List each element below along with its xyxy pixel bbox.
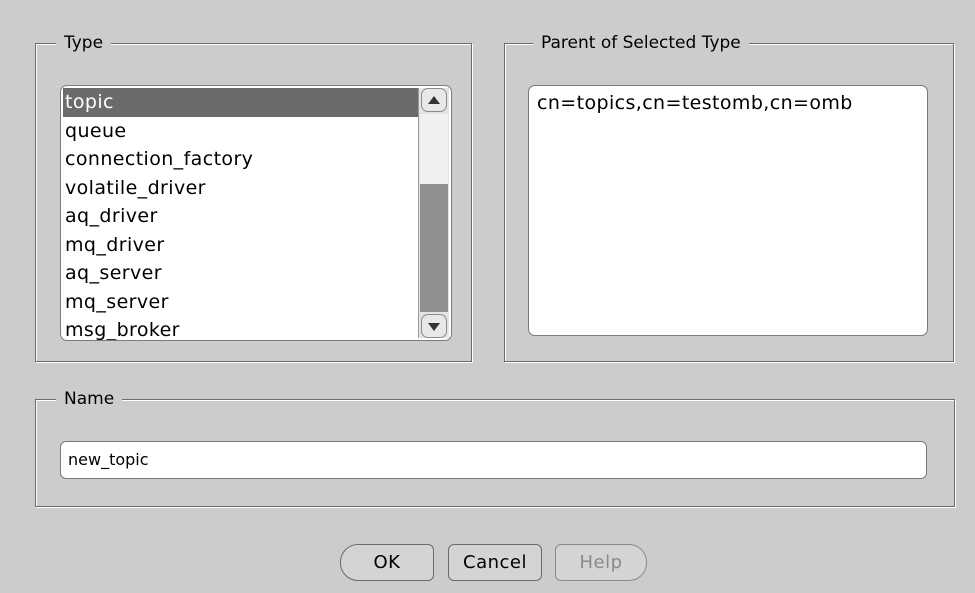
- scroll-track-upper: [420, 114, 448, 185]
- type-list-item[interactable]: aq_driver: [63, 202, 418, 231]
- type-list-item[interactable]: queue: [63, 117, 418, 146]
- type-list-items: topic queue connection_factory volatile_dri…: [63, 88, 418, 340]
- cancel-button[interactable]: Cancel: [448, 544, 542, 581]
- type-list-item[interactable]: mq_driver: [63, 231, 418, 260]
- scroll-thumb[interactable]: [420, 184, 448, 312]
- name-input[interactable]: new_topic: [60, 441, 927, 479]
- scroll-down-button[interactable]: [421, 314, 447, 338]
- parent-group-title: Parent of Selected Type: [533, 32, 749, 54]
- parent-list[interactable]: cn=topics,cn=testomb,cn=omb: [528, 85, 928, 336]
- triangle-up-icon: [428, 96, 440, 104]
- type-list-item[interactable]: msg_broker: [63, 316, 418, 340]
- type-group-title: Type: [56, 32, 112, 54]
- parent-value[interactable]: cn=topics,cn=testomb,cn=omb: [537, 89, 853, 117]
- triangle-down-icon: [428, 323, 440, 331]
- name-group-title: Name: [56, 388, 123, 410]
- type-list-item[interactable]: mq_server: [63, 288, 418, 317]
- type-list-item[interactable]: aq_server: [63, 259, 418, 288]
- help-button[interactable]: Help: [555, 544, 647, 581]
- type-list-scrollbar[interactable]: [418, 88, 449, 338]
- type-list-item[interactable]: volatile_driver: [63, 174, 418, 203]
- ok-button[interactable]: OK: [340, 544, 434, 581]
- type-list-item[interactable]: connection_factory: [63, 145, 418, 174]
- scroll-up-button[interactable]: [421, 88, 447, 112]
- scroll-track[interactable]: [420, 114, 448, 312]
- type-listbox[interactable]: topic queue connection_factory volatile_dri…: [60, 85, 452, 341]
- type-list-item[interactable]: topic: [63, 88, 418, 117]
